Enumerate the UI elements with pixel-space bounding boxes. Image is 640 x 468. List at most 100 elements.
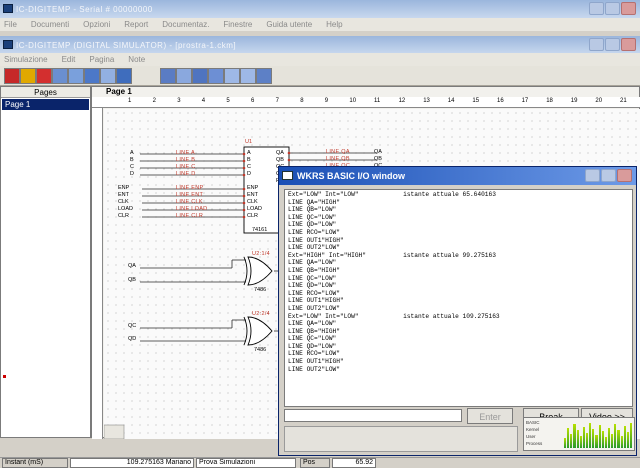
input-port[interactable]: CLR (118, 213, 129, 219)
ruler-tick: 12 (398, 98, 406, 104)
main-menu-item[interactable]: Documenti (31, 20, 69, 29)
sim-menu-item[interactable]: Pagina (89, 55, 114, 64)
main-menu-item[interactable]: Report (124, 20, 148, 29)
input-port[interactable]: D (130, 171, 134, 177)
stop-icon[interactable] (36, 68, 52, 84)
u1-pin-label: LOAD (247, 206, 262, 212)
meter-bar (620, 436, 623, 448)
gate1-part: 7486 (254, 287, 267, 293)
meter-bar (604, 437, 607, 448)
output-line: LINE QB="HIGH" (288, 327, 340, 335)
ruler-tick: 10 (349, 98, 357, 104)
io-output-text[interactable]: Ext="LOW" Int="LOW" istante attuale 65.6… (284, 189, 633, 407)
meter-bar (611, 433, 614, 448)
output-line: LINE RCO="LOW" (288, 350, 340, 358)
output-line: Ext="LOW" Int="LOW" istante attuale 65.6… (288, 191, 496, 198)
gate1-input-b[interactable]: QB (128, 277, 136, 283)
main-menu-item[interactable]: Help (326, 20, 342, 29)
line-label: LINE B (176, 157, 196, 163)
grid-icon[interactable] (68, 68, 84, 84)
output-line: LINE QA="LOW" (288, 259, 337, 267)
sim-maximize-button[interactable] (605, 38, 620, 51)
meter-bar (626, 432, 629, 448)
close-button[interactable] (621, 2, 636, 15)
table-icon[interactable] (100, 68, 116, 84)
output-line: LINE QB="LOW" (288, 206, 337, 214)
dots-icon[interactable] (224, 68, 240, 84)
page-list-item[interactable]: Page 1 (2, 99, 89, 110)
ruler-tick: 16 (497, 98, 504, 104)
main-menu-item[interactable]: Opzioni (83, 20, 110, 29)
ruler-tick: 2 (152, 98, 156, 104)
line-label: LINE CLR (176, 213, 204, 219)
pages-header: Pages (1, 87, 90, 98)
timer-icon[interactable] (192, 68, 208, 84)
output-line: LINE QC="LOW" (288, 335, 337, 343)
io-title-bar: WKRS BASIC I/O window (279, 167, 636, 185)
chip-icon[interactable] (84, 68, 100, 84)
output-port[interactable]: QA (374, 149, 382, 155)
main-menu-item[interactable]: Documentaz. (162, 20, 209, 29)
minimize-button[interactable] (589, 2, 604, 15)
cpu-meter: BASIC Kernel User Process (523, 417, 635, 451)
ruler-tick: 13 (423, 98, 430, 104)
brush-icon[interactable] (256, 68, 272, 84)
sim-logo-icon (3, 40, 13, 49)
sim-close-button[interactable] (621, 38, 636, 51)
open-icon[interactable] (20, 68, 36, 84)
main-menu-item[interactable]: File (4, 20, 17, 29)
input-port[interactable]: B (130, 157, 134, 163)
maximize-button[interactable] (605, 2, 620, 15)
meter-bar (582, 426, 585, 448)
output-line: Ext="LOW" Int="LOW" istante attuale 109.… (288, 312, 500, 320)
probe-icon[interactable] (160, 68, 176, 84)
ruler-tick: 14 (447, 98, 455, 104)
main-menu-item[interactable]: Guida utente (266, 20, 312, 29)
basic-io-window: WKRS BASIC I/O window Ext="LOW" Int="LOW… (278, 166, 637, 456)
gate2-input-b[interactable]: QD (128, 336, 136, 342)
ruler-tick: 5 (226, 98, 230, 104)
input-port[interactable]: C (130, 164, 134, 170)
run-icon[interactable] (4, 68, 20, 84)
gate2-label: U2:2/4 (252, 311, 271, 317)
main-window-title: IC-DIGITEMP - Serial # 00000000 (16, 4, 153, 14)
io-minimize-button[interactable] (585, 169, 600, 182)
command-input[interactable] (284, 409, 462, 422)
u1-pin-label: CLR (247, 213, 259, 219)
sim-menu-item[interactable]: Edit (62, 55, 76, 64)
output-line: LINE QA="LOW" (288, 320, 337, 328)
ruler-tick: 17 (521, 98, 529, 104)
ruler-tick: 21 (620, 98, 627, 104)
gate2-input-a[interactable]: QC (128, 323, 136, 329)
output-line: LINE QA="HIGH" (288, 198, 340, 206)
wave-icon[interactable] (52, 68, 68, 84)
info-panel (284, 426, 518, 452)
ruler-tick: 11 (374, 98, 381, 104)
io-close-button[interactable] (617, 169, 632, 182)
counter-icon[interactable] (208, 68, 224, 84)
output-line: LINE RCO="LOW" (288, 228, 340, 236)
u1-pin-label: C (247, 164, 251, 170)
enter-button[interactable]: Enter (467, 408, 513, 424)
input-port[interactable]: ENP (118, 185, 129, 191)
arrows-icon[interactable] (240, 68, 256, 84)
input-port[interactable]: LOAD (118, 206, 133, 212)
meter-bar (607, 427, 611, 448)
meter-bar (592, 429, 595, 448)
sim-menu-item[interactable]: Simulazione (4, 55, 48, 64)
u1-pin-label: QA (276, 150, 284, 156)
sim-minimize-button[interactable] (589, 38, 604, 51)
marker-icon (3, 375, 6, 378)
signal-icon[interactable] (176, 68, 192, 84)
input-port[interactable]: ENT (118, 192, 129, 198)
io-maximize-button[interactable] (601, 169, 616, 182)
input-port[interactable]: A (130, 150, 134, 156)
main-menu-item[interactable]: Finestre (223, 20, 252, 29)
input-port[interactable]: CLK (118, 199, 129, 205)
ruler-tick: 8 (300, 98, 304, 104)
gate1-input-a[interactable]: QA (128, 263, 136, 269)
sim-menu-item[interactable]: Note (128, 55, 145, 64)
output-port[interactable]: QB (374, 156, 382, 162)
layout-icon[interactable] (116, 68, 132, 84)
ruler-tick: 20 (595, 98, 603, 104)
